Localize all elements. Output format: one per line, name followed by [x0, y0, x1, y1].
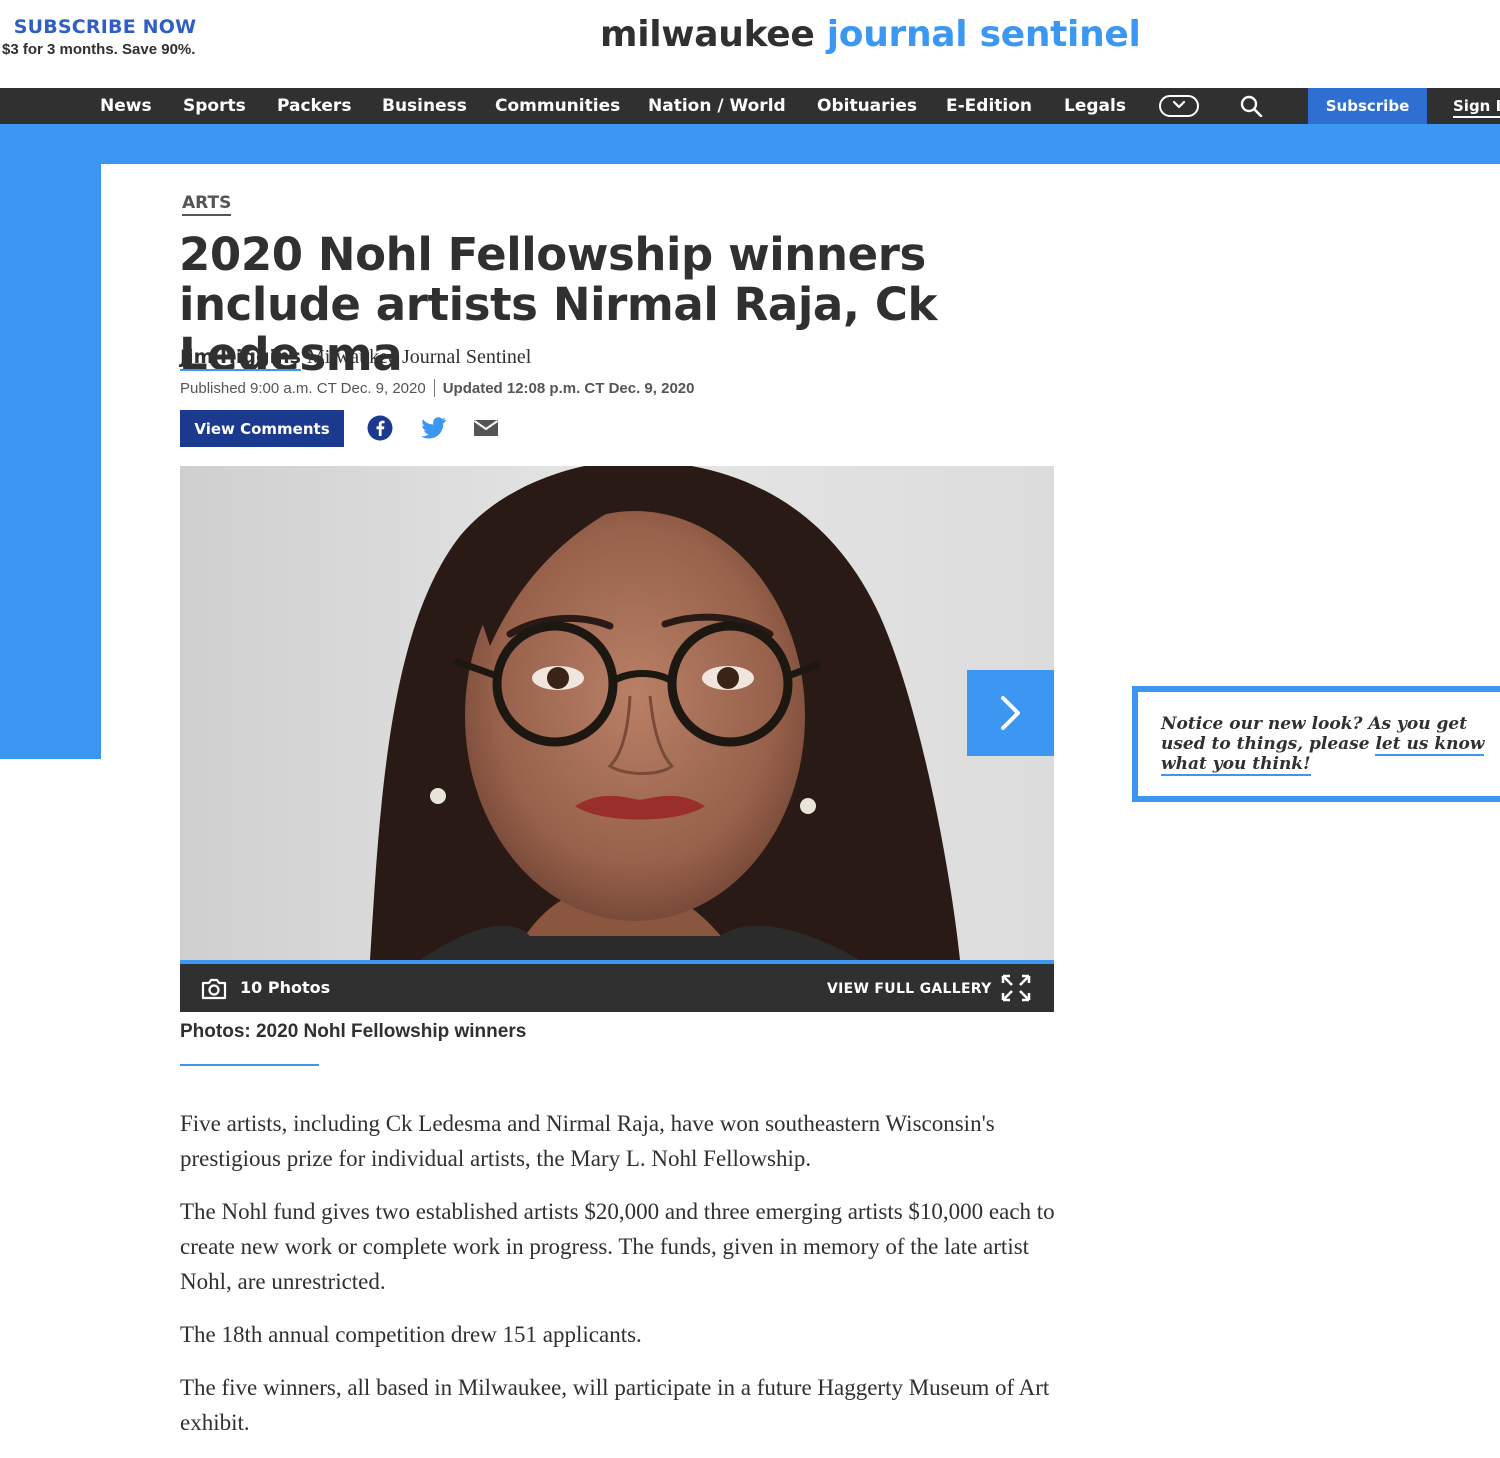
subscribe-offer: $3 for 3 months. Save 90%. [2, 41, 196, 58]
chevron-down-icon [1173, 100, 1185, 109]
byline: Jim Higgins Milwaukee Journal Sentinel [180, 346, 532, 371]
portrait-photo [180, 466, 1054, 960]
updated-date: Updated 12:08 p.m. CT Dec. 9, 2020 [442, 380, 695, 397]
article-paragraph: The Nohl fund gives two established arti… [180, 1199, 1055, 1294]
share-twitter-button[interactable] [420, 414, 447, 447]
twitter-icon [421, 417, 446, 439]
nav-item-sports[interactable]: Sports [183, 88, 246, 124]
article-paragraph: The 18th annual competition drew 151 app… [180, 1322, 642, 1347]
nav-more-button[interactable] [1159, 95, 1199, 117]
subscribe-promo[interactable]: SUBSCRIBE NOW $3 for 3 months. Save 90%. [0, 16, 240, 58]
nav-signin-link[interactable]: Sign In [1453, 88, 1500, 124]
gallery-caption: Photos: 2020 Nohl Fellowship winners [180, 1021, 527, 1042]
nav-item-communities[interactable]: Communities [495, 88, 620, 124]
gallery-next-button[interactable] [967, 670, 1054, 756]
caption-divider [180, 1064, 319, 1066]
nav-search-button[interactable] [1240, 95, 1264, 122]
logo-wordmark-milwaukee: milwaukee [600, 14, 815, 55]
view-full-gallery-link[interactable]: VIEW FULL GALLERY [827, 981, 992, 997]
nav-item-obituaries[interactable]: Obituaries [817, 88, 917, 124]
signin-label: Sign In [1453, 97, 1500, 118]
nav-subscribe-button[interactable]: Subscribe [1308, 88, 1427, 124]
photo-count: 10 Photos [240, 978, 331, 997]
nav-item-news[interactable]: News [100, 88, 152, 124]
nav-item-e-edition[interactable]: E-Edition [946, 88, 1032, 124]
feedback-text-block: Notice our new look? As you get used to … [1161, 714, 1500, 776]
email-icon [473, 420, 499, 436]
view-comments-button[interactable]: View Comments [180, 410, 344, 447]
share-facebook-button[interactable] [367, 414, 393, 447]
gallery-hero-image[interactable] [180, 466, 1054, 960]
chevron-right-icon [1001, 696, 1020, 730]
article-body: Five artists, including Ck Ledesma and N… [180, 1106, 1060, 1458]
expand-icon[interactable] [1000, 973, 1032, 1003]
masthead: SUBSCRIBE NOW $3 for 3 months. Save 90%.… [0, 0, 1500, 88]
published-date: Published 9:00 a.m. CT Dec. 9, 2020 [180, 380, 426, 397]
article-paragraph: The five winners, all based in Milwaukee… [180, 1375, 1050, 1435]
nav-item-business[interactable]: Business [382, 88, 467, 124]
main-nav: News Sports Packers Business Communities… [0, 88, 1500, 124]
nav-item-legals[interactable]: Legals [1064, 88, 1126, 124]
site-logo[interactable]: milwaukee journal sentinel [600, 14, 1141, 55]
nav-item-packers[interactable]: Packers [277, 88, 351, 124]
camera-icon [201, 978, 227, 1000]
blue-backdrop-band [0, 124, 1500, 164]
feedback-box: Notice our new look? As you get used to … [1132, 686, 1500, 802]
share-email-button[interactable] [473, 414, 499, 447]
facebook-icon [367, 415, 393, 441]
dateline-divider [433, 379, 435, 397]
logo-wordmark-journal-sentinel: journal sentinel [826, 14, 1141, 55]
gallery-bar: 10 Photos VIEW FULL GALLERY [180, 960, 1054, 1012]
section-label[interactable]: ARTS [182, 193, 232, 216]
article-paragraph: Five artists, including Ck Ledesma and N… [180, 1111, 995, 1171]
dateline: Published 9:00 a.m. CT Dec. 9, 2020 Updat… [180, 379, 694, 397]
author-link[interactable]: Jim Higgins [180, 346, 301, 371]
search-icon [1240, 95, 1263, 118]
publication-name: Milwaukee Journal Sentinel [306, 346, 532, 368]
nav-item-nation-world[interactable]: Nation / World [648, 88, 786, 124]
subscribe-now-link[interactable]: SUBSCRIBE NOW [0, 16, 210, 38]
blue-backdrop-left [0, 164, 101, 759]
